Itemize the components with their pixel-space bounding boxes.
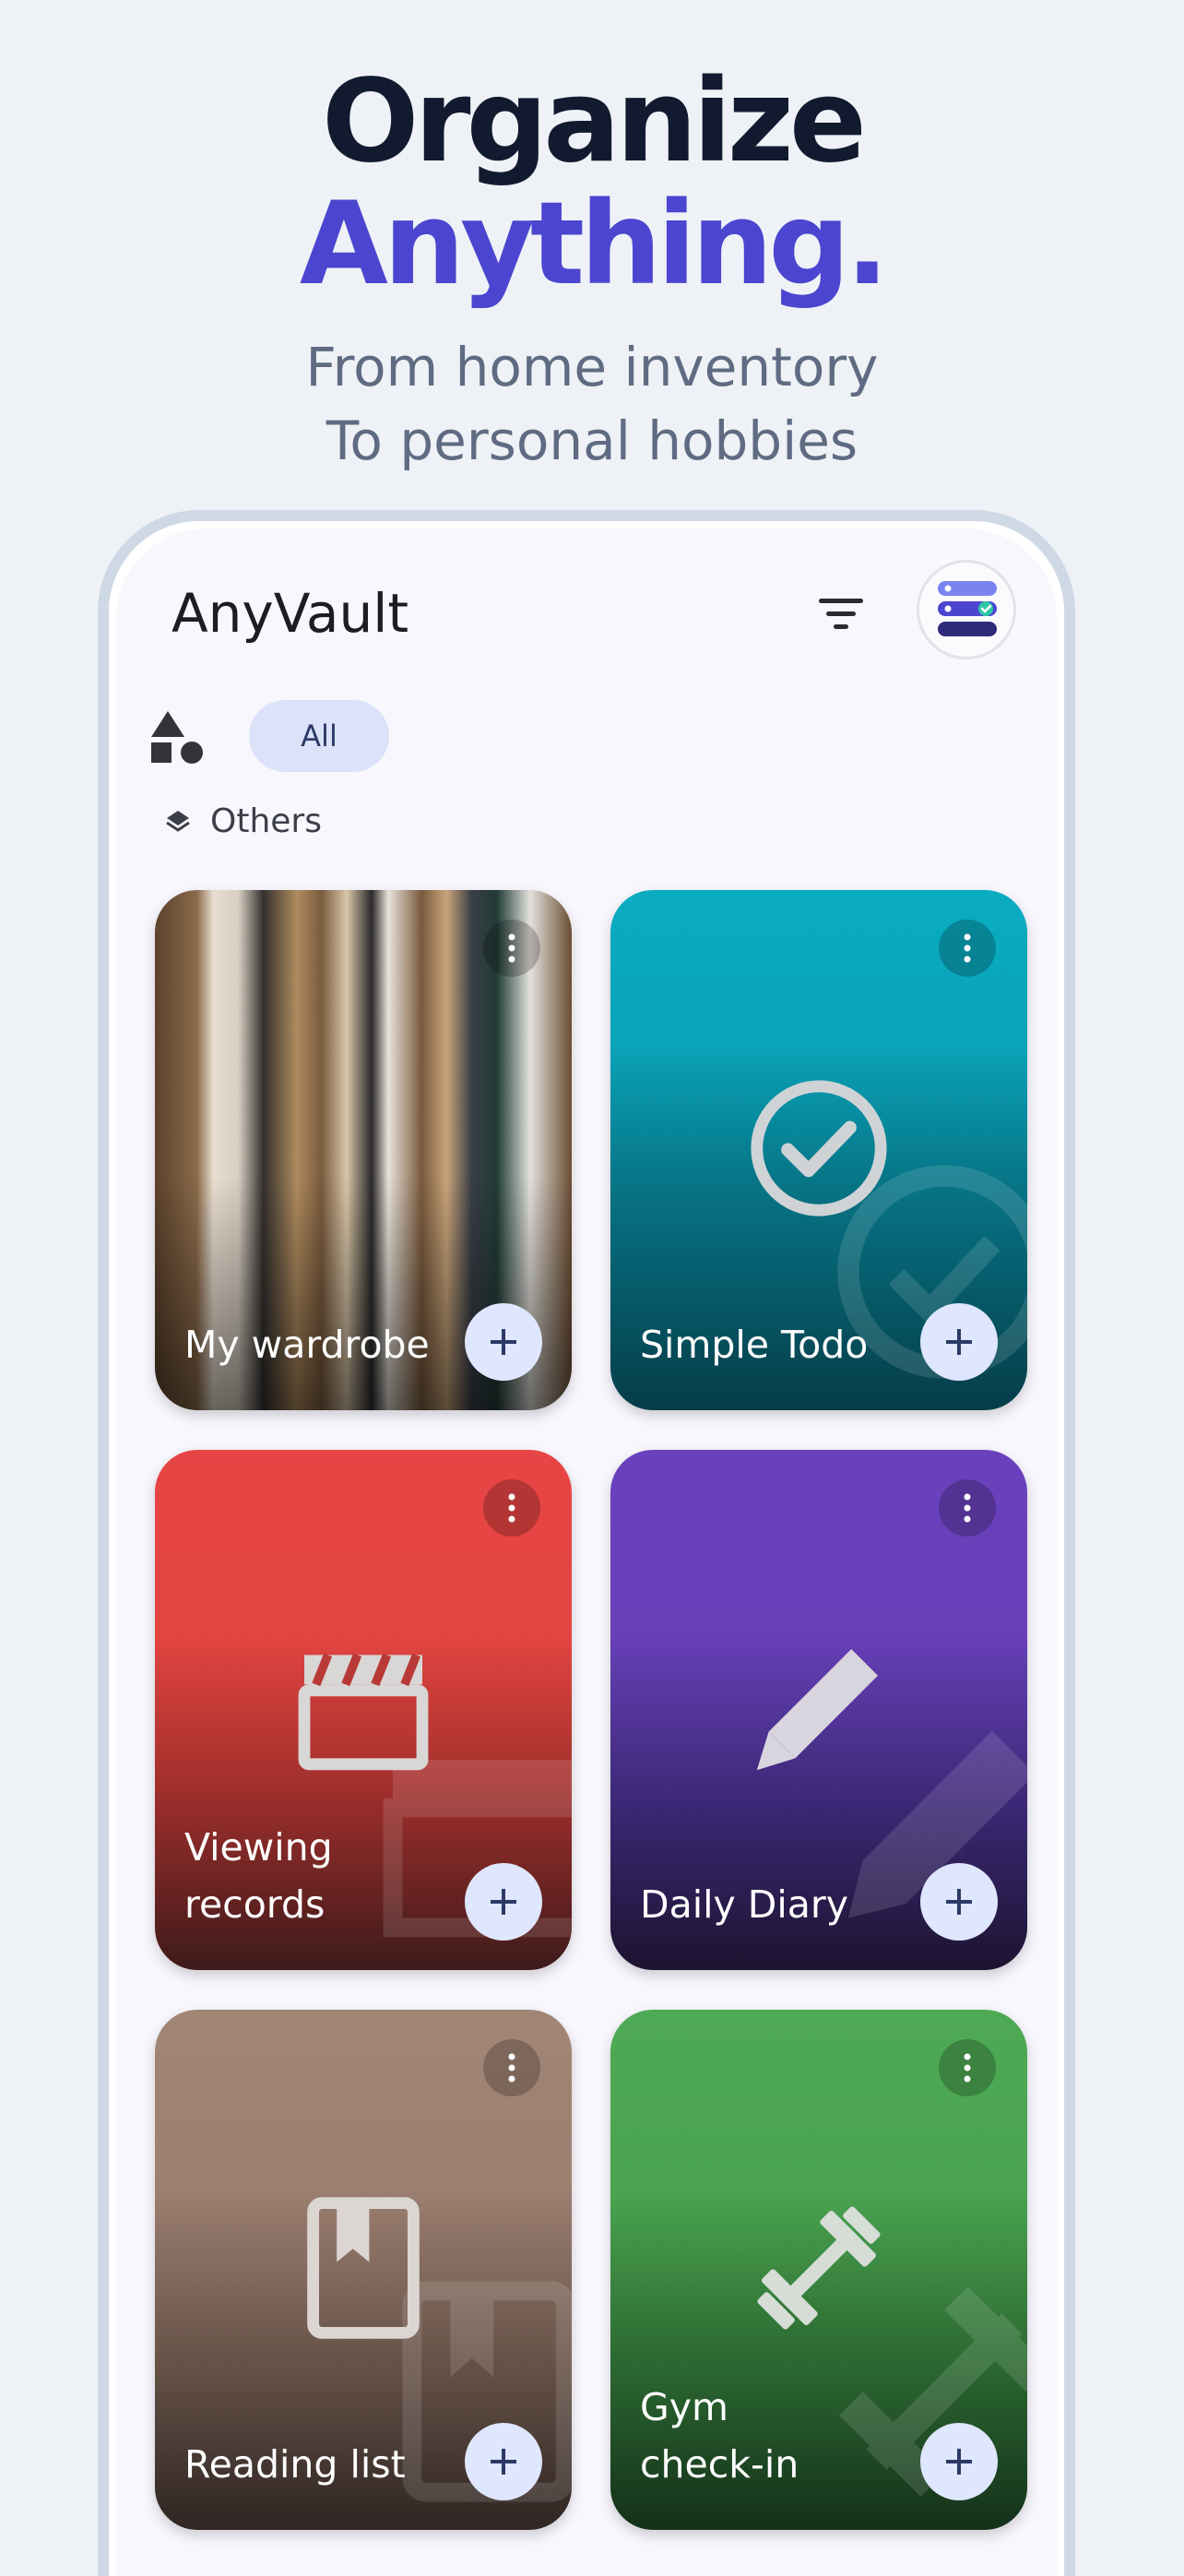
filter-icon[interactable] <box>813 586 869 641</box>
app-title: AnyVault <box>172 582 409 645</box>
hero-headline: Organize <box>321 55 867 188</box>
card-title: Gym check-in <box>640 2385 799 2487</box>
plus-icon <box>491 2449 516 2475</box>
card-title: Simple Todo <box>640 1323 869 1367</box>
card-gym-check-in[interactable]: Gym check-in <box>610 2010 1027 2530</box>
more-options-button[interactable] <box>939 2039 996 2096</box>
hero-headline-accent: Anything. <box>299 178 889 311</box>
categories-icon[interactable] <box>148 707 207 766</box>
card-title: Viewing records <box>184 1825 333 1927</box>
card-daily-diary[interactable]: Daily Diary <box>610 1450 1027 1970</box>
card-title: Daily Diary <box>640 1882 848 1927</box>
more-vert-icon <box>508 933 515 963</box>
card-reading-list[interactable]: Reading list <box>155 2010 572 2530</box>
section-title: Others <box>210 802 322 840</box>
add-item-button[interactable] <box>465 1303 542 1381</box>
pencil-icon <box>756 1649 878 1771</box>
card-title: My wardrobe <box>184 1323 430 1367</box>
vault-logo-icon <box>938 581 997 636</box>
more-vert-icon <box>964 933 971 963</box>
plus-icon <box>946 1329 972 1355</box>
filter-chip-all[interactable]: All <box>249 700 389 772</box>
plus-icon <box>946 1889 972 1915</box>
phone-frame: AnyVault All Others My wardrobe Simple T… <box>98 510 1075 2576</box>
check-circle-icon <box>751 1080 887 1217</box>
plus-icon <box>491 1329 516 1355</box>
profile-avatar[interactable] <box>917 560 1016 659</box>
more-options-button[interactable] <box>483 2039 540 2096</box>
more-vert-icon <box>964 2053 971 2083</box>
add-item-button[interactable] <box>465 1863 542 1941</box>
dumbbell-icon <box>757 2206 881 2330</box>
more-vert-icon <box>508 1493 515 1523</box>
layers-icon <box>166 811 190 832</box>
add-item-button[interactable] <box>920 1863 998 1941</box>
more-vert-icon <box>508 2053 515 2083</box>
card-simple-todo[interactable]: Simple Todo <box>610 890 1027 1410</box>
add-item-button[interactable] <box>920 2423 998 2500</box>
card-viewing-records[interactable]: Viewing records <box>155 1450 572 1970</box>
card-my-wardrobe[interactable]: My wardrobe <box>155 890 572 1410</box>
clapperboard-icon <box>298 1653 429 1771</box>
more-options-button[interactable] <box>483 1479 540 1537</box>
more-vert-icon <box>964 1493 971 1523</box>
more-options-button[interactable] <box>483 920 540 977</box>
hero-subtitle-line2: To personal hobbies <box>326 410 858 472</box>
plus-icon <box>491 1889 516 1915</box>
more-options-button[interactable] <box>939 920 996 977</box>
plus-icon <box>946 2449 972 2475</box>
add-item-button[interactable] <box>465 2423 542 2500</box>
card-title: Reading list <box>184 2442 406 2487</box>
more-options-button[interactable] <box>939 1479 996 1537</box>
app-screen: AnyVault All Others My wardrobe Simple T… <box>116 528 1057 2576</box>
hero-subtitle-line1: From home inventory <box>305 336 879 398</box>
add-item-button[interactable] <box>920 1303 998 1381</box>
book-icon <box>307 2197 420 2339</box>
